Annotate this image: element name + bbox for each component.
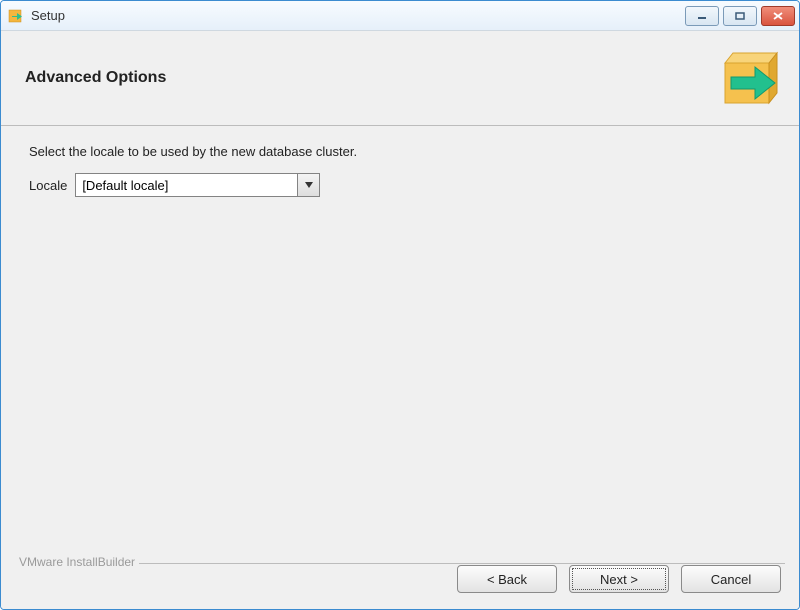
maximize-button[interactable] bbox=[723, 6, 757, 26]
cancel-button[interactable]: Cancel bbox=[681, 565, 781, 593]
dropdown-arrow-icon[interactable] bbox=[297, 174, 319, 196]
setup-window: Setup Advanced Options Select the bbox=[0, 0, 800, 610]
page-title: Advanced Options bbox=[25, 69, 166, 87]
close-button[interactable] bbox=[761, 6, 795, 26]
brand-label: VMware InstallBuilder bbox=[15, 555, 139, 569]
window-title: Setup bbox=[31, 8, 65, 23]
wizard-footer: VMware InstallBuilder < Back Next > Canc… bbox=[1, 549, 799, 609]
minimize-button[interactable] bbox=[685, 6, 719, 26]
locale-field-row: Locale bbox=[29, 173, 771, 197]
window-controls bbox=[685, 6, 799, 26]
wizard-header: Advanced Options bbox=[1, 31, 799, 126]
locale-combobox[interactable] bbox=[75, 173, 320, 197]
locale-input[interactable] bbox=[76, 174, 297, 196]
app-icon bbox=[7, 7, 25, 25]
box-arrow-icon bbox=[711, 43, 783, 115]
locale-label: Locale bbox=[29, 178, 67, 193]
description-text: Select the locale to be used by the new … bbox=[29, 144, 771, 159]
titlebar: Setup bbox=[1, 1, 799, 31]
next-button[interactable]: Next > bbox=[569, 565, 669, 593]
back-button[interactable]: < Back bbox=[457, 565, 557, 593]
wizard-content: Select the locale to be used by the new … bbox=[1, 126, 799, 549]
